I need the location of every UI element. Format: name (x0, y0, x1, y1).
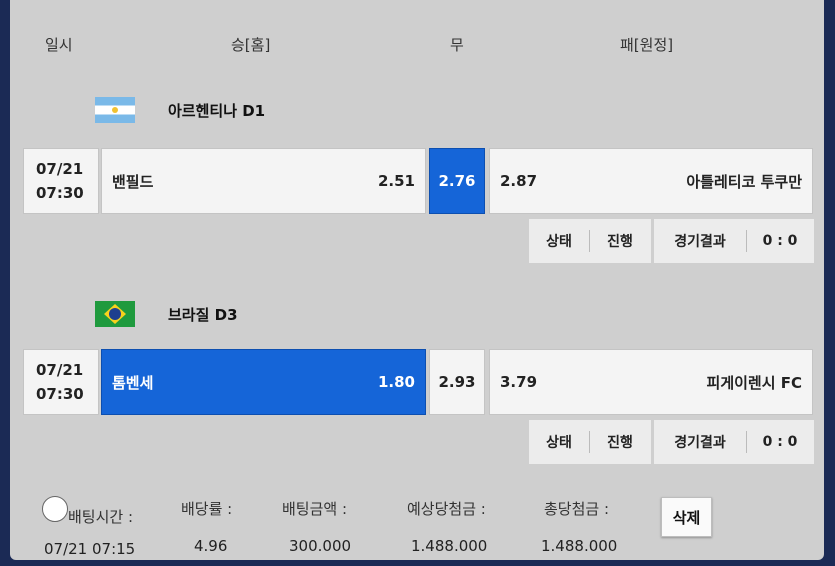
league-header: 브라질 D3 (95, 300, 238, 328)
header-home-win: 승[홈] (231, 36, 271, 54)
draw-bet-button[interactable]: 2.93 (429, 349, 485, 415)
away-team-name: 피게이렌시 FC (706, 373, 802, 392)
home-odds: 1.80 (377, 373, 415, 391)
bet-time-value: 07/21 07:15 (44, 540, 136, 558)
total-win-value: 1.488.000 (541, 537, 618, 555)
home-bet-button[interactable]: 톰벤세 1.80 (101, 349, 426, 415)
match-date: 07/21 (36, 361, 84, 379)
draw-odds: 2.93 (438, 373, 476, 391)
argentina-flag-icon (95, 97, 135, 123)
header-date: 일시 (45, 36, 73, 54)
delete-button[interactable]: 삭제 (661, 497, 712, 537)
league-name: 브라질 D3 (168, 305, 238, 324)
result-score: 0 : 0 (762, 434, 798, 450)
match-status: 상태 진행 (529, 219, 651, 263)
home-team-name: 톰벤세 (112, 373, 154, 392)
status-label: 상태 (546, 435, 572, 451)
status-value: 진행 (607, 234, 633, 250)
expected-win-label: 예상당첨금 : (407, 500, 486, 518)
league-name: 아르헨티나 D1 (168, 101, 266, 120)
away-team-name: 아틀레티코 투쿠만 (686, 172, 802, 191)
status-label: 상태 (546, 234, 572, 250)
league-header: 아르헨티나 D1 (95, 96, 265, 124)
status-value: 진행 (607, 435, 633, 451)
bet-slip-panel: 일시 승[홈] 무 패[원정] 아르헨티나 D1 07/21 07:30 밴필드… (10, 0, 824, 560)
draw-bet-button[interactable]: 2.76 (429, 148, 485, 214)
home-bet-button[interactable]: 밴필드 2.51 (101, 148, 426, 214)
match-time: 07:30 (36, 385, 84, 403)
draw-odds: 2.76 (438, 172, 476, 190)
odds-label: 배당률 : (181, 500, 233, 518)
expected-win-value: 1.488.000 (411, 537, 488, 555)
match-result: 경기결과 0 : 0 (654, 420, 814, 464)
result-label: 경기결과 (674, 234, 726, 250)
header-draw: 무 (450, 36, 464, 54)
match-datetime: 07/21 07:30 (23, 148, 99, 214)
match-result: 경기결과 0 : 0 (654, 219, 814, 263)
home-odds: 2.51 (377, 172, 415, 190)
amount-label: 배팅금액 : (282, 500, 348, 518)
amount-value: 300.000 (289, 537, 352, 555)
away-odds: 2.87 (500, 172, 538, 190)
match-status: 상태 진행 (529, 420, 651, 464)
home-team-name: 밴필드 (112, 172, 154, 191)
result-label: 경기결과 (674, 435, 726, 451)
away-bet-button[interactable]: 2.87 아틀레티코 투쿠만 (489, 148, 813, 214)
match-datetime: 07/21 07:30 (23, 349, 99, 415)
away-bet-button[interactable]: 3.79 피게이렌시 FC (489, 349, 813, 415)
away-odds: 3.79 (500, 373, 538, 391)
select-checkbox[interactable] (42, 496, 68, 522)
match-date: 07/21 (36, 160, 84, 178)
odds-value: 4.96 (194, 537, 228, 555)
total-win-label: 총당첨금 : (544, 500, 610, 518)
header-away-win: 패[원정] (620, 36, 674, 54)
result-score: 0 : 0 (762, 233, 798, 249)
bet-time-label: 배팅시간 : (68, 508, 134, 526)
match-time: 07:30 (36, 184, 84, 202)
brazil-flag-icon (95, 301, 135, 327)
